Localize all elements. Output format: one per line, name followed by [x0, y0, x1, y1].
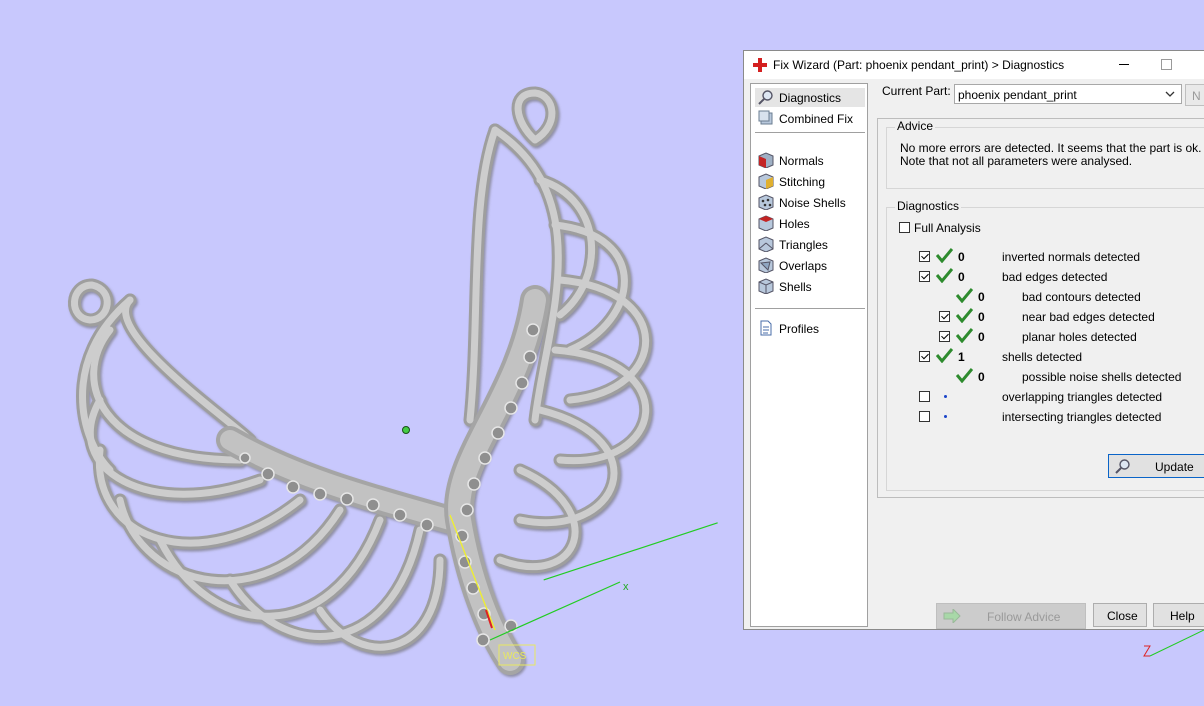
next-button-label: N [1192, 89, 1201, 103]
pending-dot-icon [944, 415, 947, 418]
result-text: near bad edges detected [1022, 310, 1155, 324]
current-part-value: phoenix pendant_print [958, 88, 1077, 102]
dialog-title: Fix Wizard (Part: phoenix pendant_print)… [773, 58, 1065, 72]
advice-title: Advice [895, 119, 936, 133]
nav-label: Normals [779, 154, 824, 168]
update-label: Update [1155, 460, 1194, 474]
nav-triangles[interactable]: Triangles [755, 235, 865, 254]
check-icon [935, 268, 953, 283]
result-text: intersecting triangles detected [1002, 410, 1162, 424]
nav-noise-shells[interactable]: Noise Shells [755, 193, 865, 212]
advice-group: Advice No more errors are detected. It s… [886, 119, 1204, 189]
current-part-label: Current Part: [882, 84, 951, 98]
result-text: bad contours detected [1022, 290, 1141, 304]
check-icon [955, 288, 973, 303]
follow-advice-label: Follow Advice [987, 610, 1061, 624]
close-label: Close [1107, 609, 1138, 623]
stitching-icon [758, 173, 774, 189]
nav-normals[interactable]: Normals [755, 151, 865, 170]
full-analysis-checkbox[interactable] [899, 222, 910, 233]
nav-label: Holes [779, 217, 810, 231]
noise-shells-icon [758, 194, 774, 210]
near-bad-edges-checkbox[interactable] [939, 311, 950, 322]
nav-label: Combined Fix [779, 112, 854, 126]
triangles-icon [758, 236, 774, 252]
overlaps-icon [758, 257, 774, 273]
combined-fix-icon [758, 110, 773, 125]
nav-label: Noise Shells [779, 196, 846, 210]
diagnostics-title: Diagnostics [895, 199, 962, 213]
title-bar[interactable]: Fix Wizard (Part: phoenix pendant_print)… [744, 51, 1204, 79]
shells-icon [758, 278, 774, 294]
diagnostics-panel: Advice No more errors are detected. It s… [877, 118, 1204, 498]
nav-profiles[interactable]: Profiles [755, 319, 865, 338]
close-button[interactable]: Close [1093, 603, 1147, 627]
current-part-select[interactable]: phoenix pendant_print [954, 84, 1182, 104]
nav-combined-fix[interactable]: Combined Fix [755, 109, 865, 128]
maximize-icon[interactable] [1161, 59, 1172, 70]
next-button[interactable]: N [1185, 84, 1204, 106]
bad-edges-checkbox[interactable] [919, 271, 930, 282]
result-text: shells detected [1002, 350, 1083, 364]
result-count: 1 [958, 350, 965, 364]
result-count: 0 [978, 310, 985, 324]
magnifier-icon [1115, 459, 1130, 474]
result-text: inverted normals detected [1002, 250, 1141, 264]
nav-label: Diagnostics [779, 91, 842, 105]
nav-shells[interactable]: Shells [755, 277, 865, 296]
result-text: overlapping triangles detected [1002, 390, 1163, 404]
wizard-sidebar: Diagnostics Combined Fix Normals Stitchi… [750, 83, 868, 627]
nav-stitching[interactable]: Stitching [755, 172, 865, 191]
planar-holes-checkbox[interactable] [939, 331, 950, 342]
follow-advice-button[interactable]: Follow Advice [936, 603, 1086, 629]
result-text: bad edges detected [1002, 270, 1108, 284]
help-label: Help [1170, 609, 1195, 623]
nav-holes[interactable]: Holes [755, 214, 865, 233]
overlapping-triangles-checkbox[interactable] [919, 391, 930, 402]
sidebar-divider [755, 308, 865, 309]
result-count: 0 [978, 370, 985, 384]
shells-checkbox[interactable] [919, 351, 930, 362]
nav-label: Triangles [779, 238, 828, 252]
result-count: 0 [978, 290, 985, 304]
full-analysis-label: Full Analysis [914, 221, 981, 235]
chevron-down-icon [1165, 91, 1175, 97]
axis-x-label: x [623, 581, 629, 593]
minimize-icon[interactable] [1116, 56, 1132, 72]
diagnostics-group: Diagnostics Full Analysis 0 inverted nor… [886, 199, 1204, 491]
normals-icon [758, 152, 774, 168]
check-icon [955, 328, 973, 343]
holes-icon [758, 215, 774, 231]
intersecting-triangles-checkbox[interactable] [919, 411, 930, 422]
advice-text: No more errors are detected. It seems th… [900, 142, 1201, 168]
pending-dot-icon [944, 395, 947, 398]
wcs-label: WCS [503, 651, 527, 662]
result-text: possible noise shells detected [1022, 370, 1182, 384]
fix-wizard-dialog: Fix Wizard (Part: phoenix pendant_print)… [743, 50, 1204, 630]
check-icon [935, 248, 953, 263]
result-count: 0 [978, 330, 985, 344]
check-icon [935, 348, 953, 363]
help-button[interactable]: Help [1153, 603, 1204, 627]
nav-diagnostics[interactable]: Diagnostics [755, 88, 865, 107]
magnifier-icon [758, 90, 773, 105]
pivot-point[interactable] [402, 426, 410, 434]
check-icon [955, 368, 973, 383]
nav-label: Stitching [779, 175, 826, 189]
result-count: 0 [958, 250, 965, 264]
result-text: planar holes detected [1022, 330, 1137, 344]
nav-label: Shells [779, 280, 812, 294]
arrow-right-icon [943, 609, 961, 623]
sidebar-divider [755, 132, 865, 133]
check-icon [955, 308, 973, 323]
update-button[interactable]: Update [1108, 454, 1204, 478]
nav-label: Profiles [779, 322, 820, 336]
advice-line-2: Note that not all parameters were analys… [900, 154, 1133, 168]
inverted-normals-checkbox[interactable] [919, 251, 930, 262]
result-count: 0 [958, 270, 965, 284]
document-icon [760, 320, 772, 336]
nav-label: Overlaps [779, 259, 828, 273]
app-icon [753, 58, 767, 72]
nav-overlaps[interactable]: Overlaps [755, 256, 865, 275]
